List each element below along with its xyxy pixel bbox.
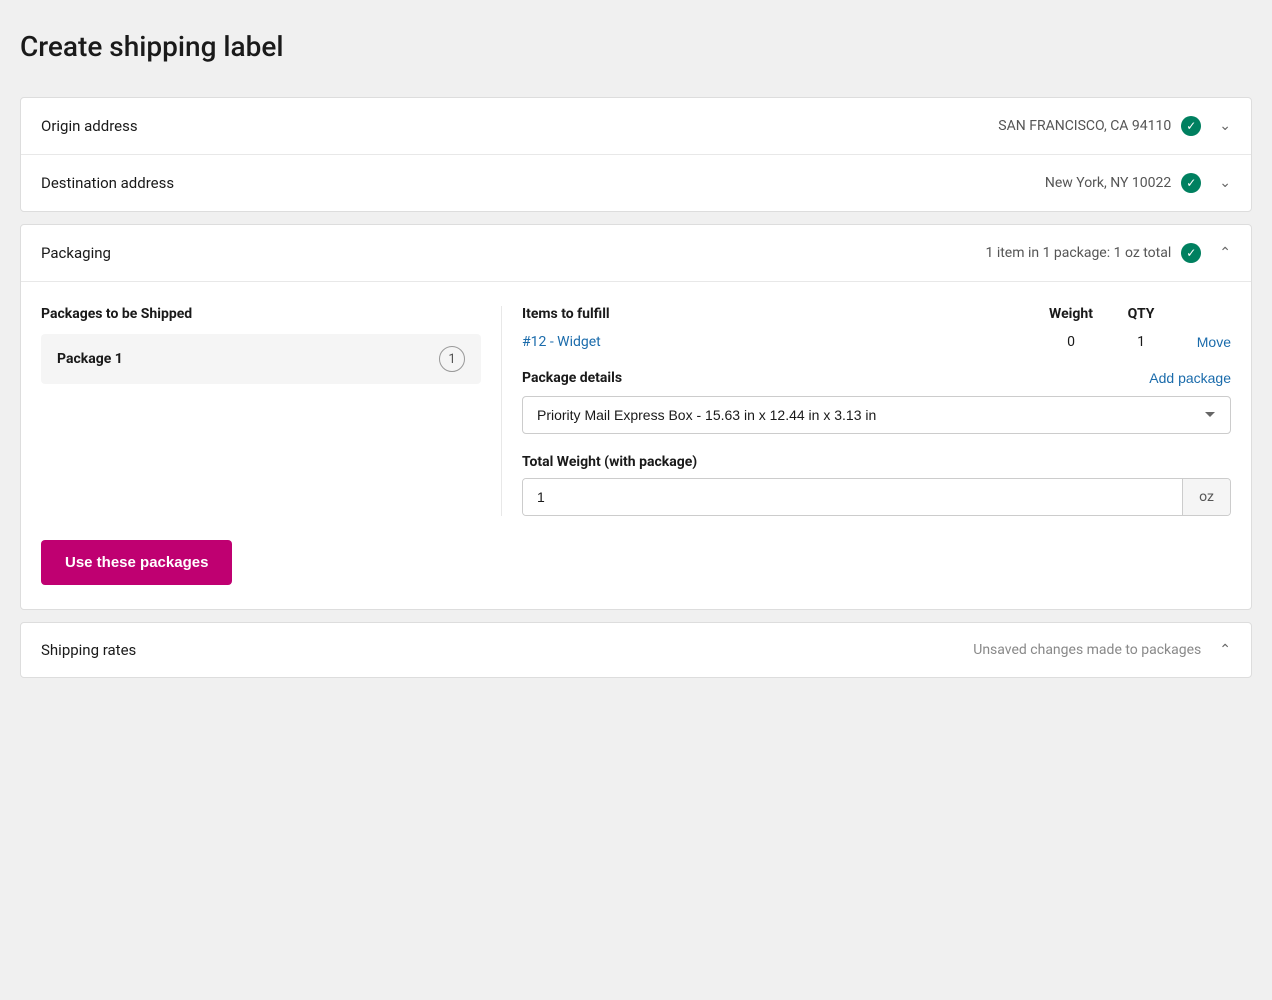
unsaved-changes-text: Unsaved changes made to packages [973, 642, 1201, 658]
origin-address-row[interactable]: Origin address SAN FRANCISCO, CA 94110 ✓… [21, 98, 1251, 155]
packaging-header[interactable]: Packaging 1 item in 1 package: 1 oz tota… [21, 225, 1251, 282]
packages-col-header: Packages to be Shipped [41, 306, 481, 322]
origin-address-value: SAN FRANCISCO, CA 94110 [998, 118, 1171, 134]
destination-address-right: New York, NY 10022 ✓ ⌄ [1045, 173, 1231, 193]
packages-right-col: Items to fulfill Weight QTY #12 - Widget… [501, 306, 1231, 516]
items-fulfill-header: Items to fulfill [522, 306, 1031, 322]
destination-chevron-down-icon: ⌄ [1219, 175, 1231, 191]
destination-check-icon: ✓ [1181, 173, 1201, 193]
origin-check-icon: ✓ [1181, 116, 1201, 136]
weight-input[interactable] [523, 479, 1182, 515]
shipping-rates-card: Shipping rates Unsaved changes made to p… [20, 622, 1252, 678]
packages-left-col: Packages to be Shipped Package 1 1 [41, 306, 501, 516]
shipping-rates-header[interactable]: Shipping rates Unsaved changes made to p… [21, 623, 1251, 677]
destination-address-row[interactable]: Destination address New York, NY 10022 ✓… [21, 155, 1251, 211]
use-packages-button[interactable]: Use these packages [41, 540, 232, 585]
packages-grid: Packages to be Shipped Package 1 1 Items… [41, 306, 1231, 516]
packaging-body: Packages to be Shipped Package 1 1 Items… [21, 282, 1251, 609]
origin-address-right: SAN FRANCISCO, CA 94110 ✓ ⌄ [998, 116, 1231, 136]
shipping-rates-right: Unsaved changes made to packages ⌃ [973, 642, 1231, 658]
package-1-label: Package 1 [57, 351, 123, 367]
package-1-badge: 1 [439, 346, 465, 372]
package-details-label: Package details [522, 370, 622, 386]
total-weight-label: Total Weight (with package) [522, 454, 1231, 470]
items-qty-header: QTY [1111, 306, 1171, 322]
packaging-header-right: 1 item in 1 package: 1 oz total ✓ ⌃ [985, 243, 1231, 263]
package-1-item[interactable]: Package 1 1 [41, 334, 481, 384]
item-move-button[interactable]: Move [1171, 334, 1231, 350]
weight-input-row: oz [522, 478, 1231, 516]
packaging-summary: 1 item in 1 package: 1 oz total [985, 245, 1171, 261]
page-container: Create shipping label Origin address SAN… [20, 20, 1252, 678]
add-package-button[interactable]: Add package [1149, 370, 1231, 386]
packaging-chevron-up-icon: ⌃ [1219, 245, 1231, 261]
origin-address-card: Origin address SAN FRANCISCO, CA 94110 ✓… [20, 97, 1252, 212]
items-header-row: Items to fulfill Weight QTY [522, 306, 1231, 322]
weight-section: Total Weight (with package) oz [522, 454, 1231, 516]
packaging-label: Packaging [41, 244, 111, 262]
package-details-section: Package details Add package Priority Mai… [522, 370, 1231, 434]
packaging-card: Packaging 1 item in 1 package: 1 oz tota… [20, 224, 1252, 610]
destination-address-label: Destination address [41, 174, 174, 192]
page-title: Create shipping label [20, 20, 1252, 73]
item-qty-value: 1 [1111, 334, 1171, 350]
destination-address-value: New York, NY 10022 [1045, 175, 1171, 191]
origin-chevron-down-icon: ⌄ [1219, 118, 1231, 134]
shipping-rates-label: Shipping rates [41, 641, 136, 659]
item-row: #12 - Widget 0 1 Move [522, 334, 1231, 350]
origin-address-label: Origin address [41, 117, 138, 135]
items-weight-header: Weight [1031, 306, 1111, 322]
weight-unit: oz [1182, 479, 1230, 515]
packaging-check-icon: ✓ [1181, 243, 1201, 263]
package-details-header: Package details Add package [522, 370, 1231, 386]
shipping-rates-chevron-up-icon: ⌃ [1219, 642, 1231, 658]
package-type-select[interactable]: Priority Mail Express Box - 15.63 in x 1… [522, 396, 1231, 434]
item-weight-value: 0 [1031, 334, 1111, 350]
item-name-link[interactable]: #12 - Widget [522, 334, 1031, 350]
